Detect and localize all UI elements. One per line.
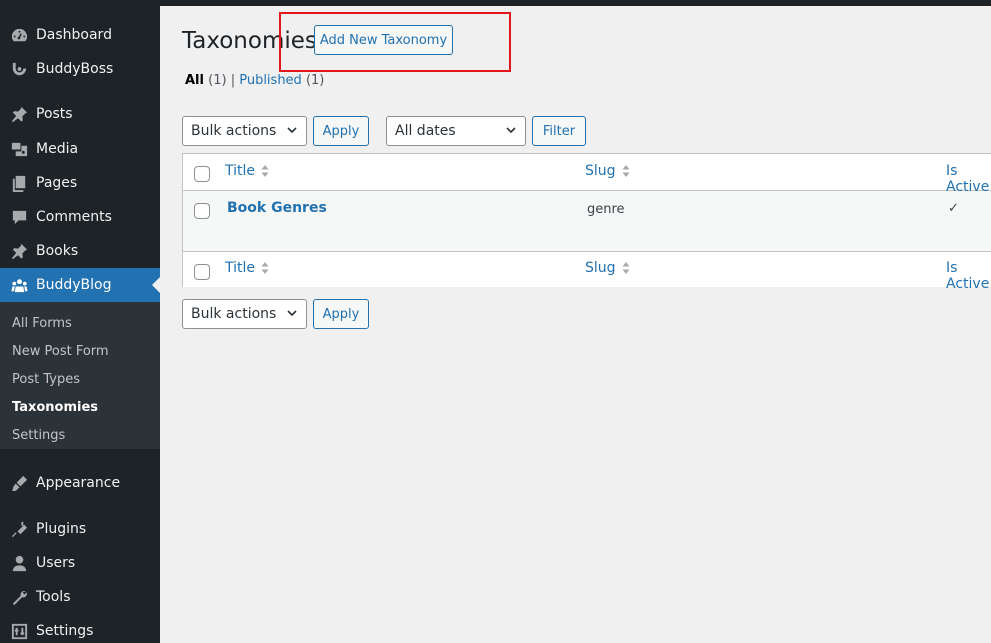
sidebar-item-label: Comments [36, 209, 112, 225]
annotation-highlight-box [279, 12, 511, 72]
column-title-label: Title [225, 260, 256, 276]
bulk-actions-select[interactable]: Bulk actions [182, 116, 307, 146]
submenu-item-post-types[interactable]: Post Types [12, 372, 80, 387]
row-title-link[interactable]: Book Genres [227, 200, 327, 216]
sort-indicator-icon [622, 262, 630, 274]
appearance-icon [0, 474, 36, 493]
sidebar-item-appearance[interactable]: Appearance [0, 466, 160, 500]
pin-icon [0, 242, 36, 261]
column-title-sort[interactable]: Title [225, 163, 269, 179]
column-title-label: Title [225, 163, 256, 179]
plugins-icon [0, 520, 36, 539]
status-filter-views: All (1) | Published (1) [185, 73, 324, 88]
sidebar-item-label: Settings [36, 623, 94, 639]
filter-button[interactable]: Filter [532, 116, 586, 146]
sort-indicator-icon [622, 165, 630, 177]
media-icon [0, 140, 36, 159]
sidebar-item-label: Books [36, 243, 79, 259]
select-all-checkbox-footer[interactable] [194, 264, 210, 280]
bulk-actions-value: Bulk actions [191, 306, 277, 322]
sidebar-item-label: Tools [36, 589, 71, 605]
table-header-row: Title Slug Is Active [183, 154, 991, 195]
admin-sidebar: Dashboard BuddyBoss Posts Media Pages Co… [0, 6, 160, 643]
chevron-down-icon [287, 310, 297, 317]
buddyboss-icon [0, 60, 36, 79]
apply-button-bottom[interactable]: Apply [313, 299, 369, 329]
chevron-down-icon [506, 127, 516, 134]
apply-button[interactable]: Apply [313, 116, 369, 146]
pages-icon [0, 174, 36, 193]
submenu-item-new-post-form[interactable]: New Post Form [12, 344, 109, 359]
buddyblog-submenu: All Forms New Post Form Post Types Taxon… [0, 302, 160, 449]
current-menu-arrow [152, 277, 160, 293]
sidebar-item-tools[interactable]: Tools [0, 580, 160, 614]
sidebar-item-media[interactable]: Media [0, 132, 160, 166]
taxonomies-table: Title Slug Is Active Book Genres genre ✓… [182, 153, 991, 292]
column-slug-label: Slug [585, 260, 616, 276]
sort-indicator-icon [261, 262, 269, 274]
submenu-item-taxonomies[interactable]: Taxonomies [12, 400, 98, 415]
sidebar-item-settings[interactable]: Settings [0, 614, 160, 643]
sort-indicator-icon [261, 165, 269, 177]
row-checkbox[interactable] [194, 203, 210, 219]
sidebar-item-label: BuddyBlog [36, 277, 112, 293]
users-icon [0, 554, 36, 573]
bulk-actions-value: Bulk actions [191, 123, 277, 139]
dates-filter-value: All dates [395, 123, 456, 139]
sidebar-item-books[interactable]: Books [0, 234, 160, 268]
views-separator: | [230, 73, 236, 88]
view-all-link[interactable]: All [185, 73, 204, 88]
sidebar-item-label: Users [36, 555, 76, 571]
sidebar-item-buddyboss[interactable]: BuddyBoss [0, 52, 160, 86]
dashboard-icon [0, 26, 36, 45]
row-active-check: ✓ [948, 201, 959, 216]
sidebar-item-buddyblog[interactable]: BuddyBlog [0, 268, 160, 302]
sidebar-item-label: Appearance [36, 475, 121, 491]
select-all-checkbox[interactable] [194, 166, 210, 182]
sidebar-item-posts[interactable]: Posts [0, 97, 160, 131]
tools-icon [0, 588, 36, 607]
submenu-item-settings[interactable]: Settings [12, 428, 65, 443]
settings-icon [0, 622, 36, 641]
chevron-down-icon [287, 127, 297, 134]
buddyblog-icon [0, 276, 36, 295]
view-published-link[interactable]: Published [239, 73, 302, 88]
submenu-item-all-forms[interactable]: All Forms [12, 316, 72, 331]
row-slug: genre [587, 202, 625, 217]
column-is-active-sort-footer[interactable]: Is Active [946, 260, 991, 292]
sidebar-item-label: Posts [36, 106, 73, 122]
column-title-sort-footer[interactable]: Title [225, 260, 269, 276]
sidebar-item-label: Pages [36, 175, 78, 191]
table-row: Book Genres genre ✓ [183, 191, 991, 251]
table-footer-row: Title Slug Is Active [183, 251, 991, 292]
column-slug-label: Slug [585, 163, 616, 179]
sidebar-item-pages[interactable]: Pages [0, 166, 160, 200]
dates-filter-select[interactable]: All dates [386, 116, 526, 146]
sidebar-item-label: Plugins [36, 521, 87, 537]
sidebar-item-label: BuddyBoss [36, 61, 114, 77]
column-slug-sort[interactable]: Slug [585, 163, 630, 179]
bulk-actions-select-bottom[interactable]: Bulk actions [182, 299, 307, 329]
main-content: Taxonomies Add New Taxonomy All (1) | Pu… [160, 6, 991, 643]
pin-icon [0, 105, 36, 124]
sidebar-item-label: Dashboard [36, 27, 112, 43]
column-slug-sort-footer[interactable]: Slug [585, 260, 630, 276]
sidebar-item-label: Media [36, 141, 79, 157]
view-all-count: (1) [208, 73, 227, 88]
sidebar-item-plugins[interactable]: Plugins [0, 512, 160, 546]
sidebar-item-dashboard[interactable]: Dashboard [0, 18, 160, 52]
sidebar-item-users[interactable]: Users [0, 546, 160, 580]
comments-icon [0, 208, 36, 227]
view-published-count: (1) [305, 73, 325, 88]
sidebar-item-comments[interactable]: Comments [0, 200, 160, 234]
column-is-active-label: Is Active [946, 260, 990, 292]
